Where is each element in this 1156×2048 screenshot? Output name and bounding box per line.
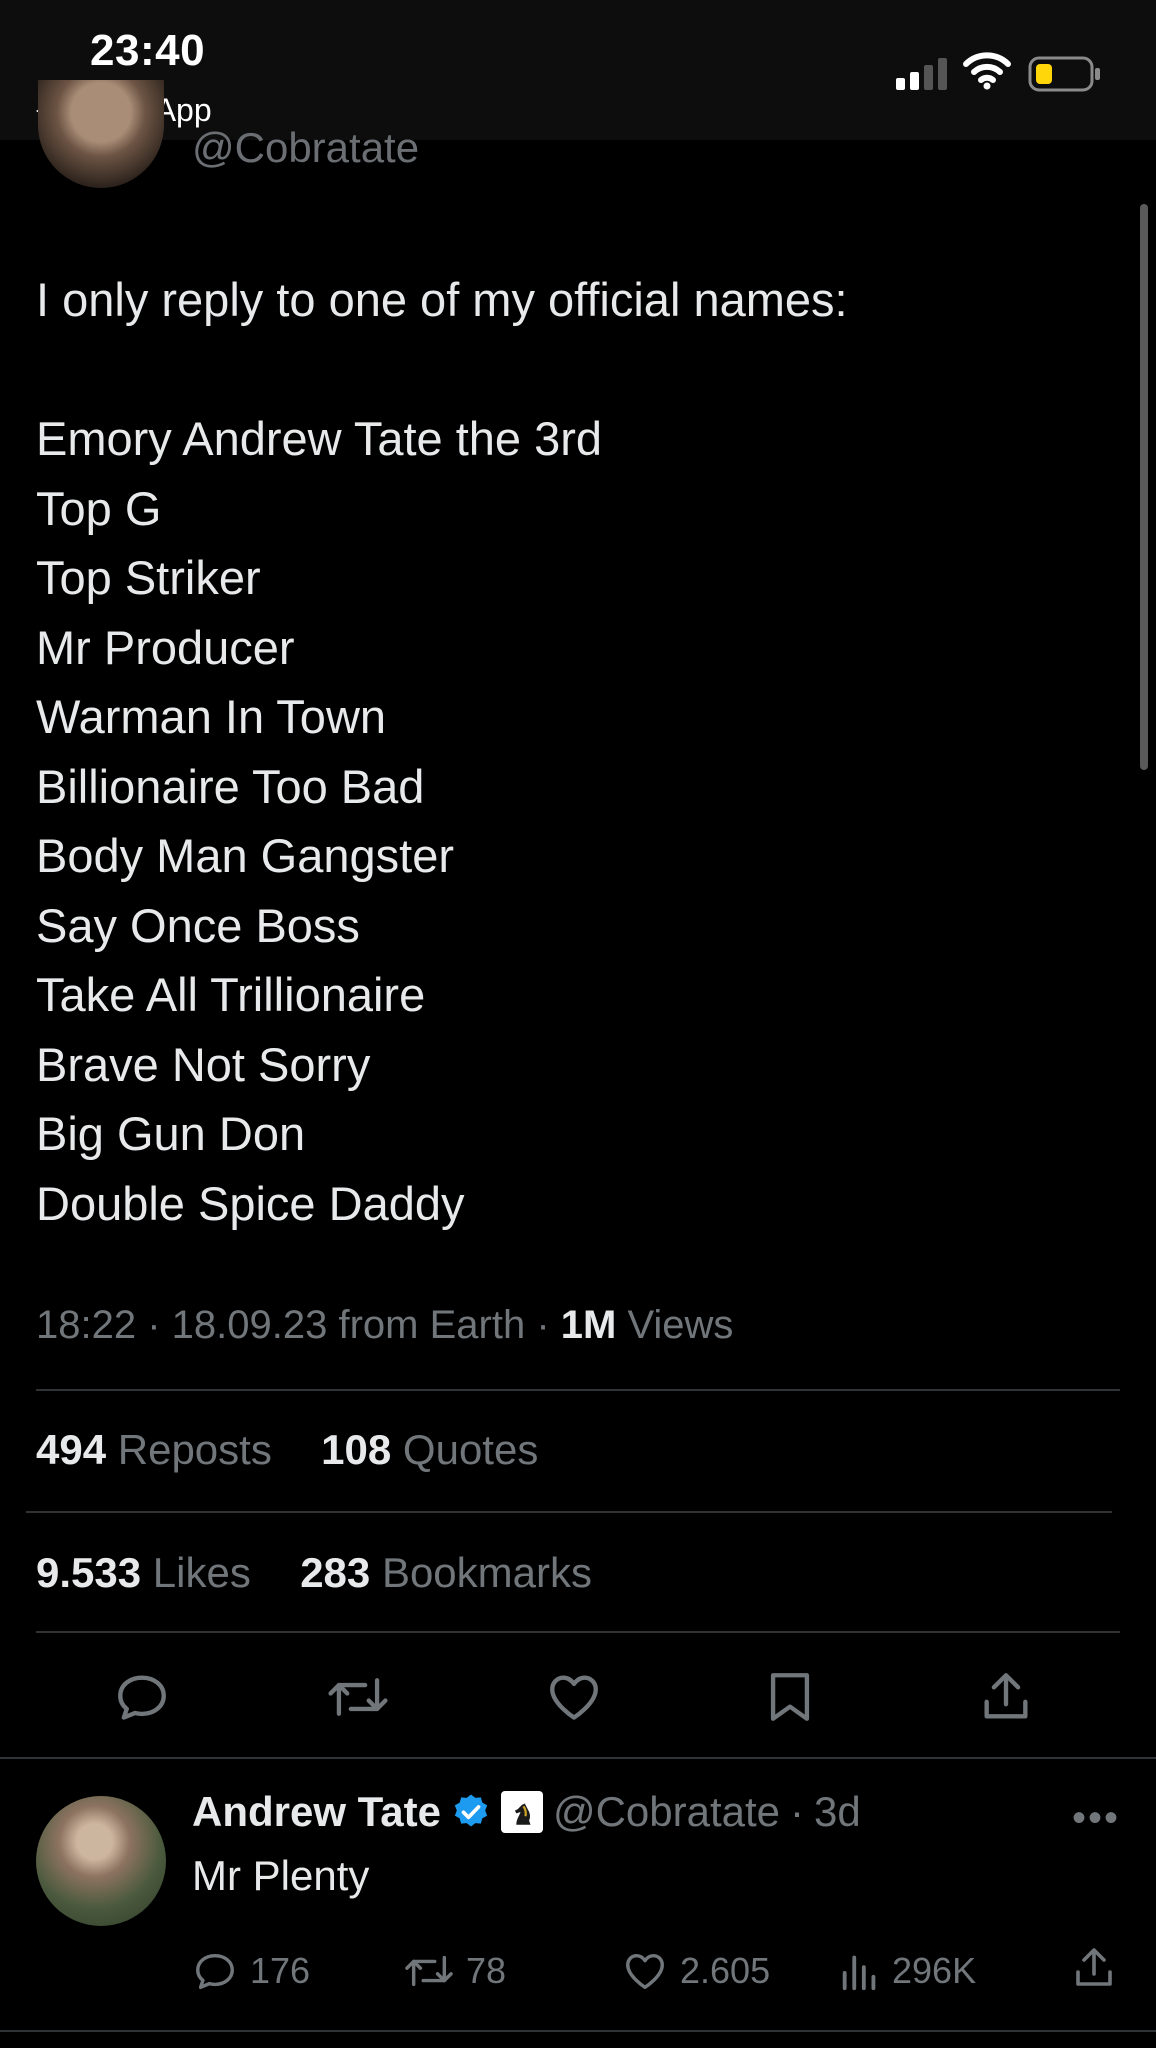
tweet-text: I only reply to one of my official names…	[36, 265, 1116, 1238]
views-count[interactable]: 1M	[561, 1303, 617, 1347]
like-button[interactable]	[542, 1665, 606, 1729]
reply-text: Mr Plenty	[192, 1852, 370, 1899]
battery-icon	[1028, 56, 1102, 97]
scrollbar[interactable]	[1140, 204, 1148, 770]
like-icon	[626, 1953, 664, 1990]
author-avatar[interactable]	[38, 80, 164, 188]
author-handle[interactable]: @Cobratate	[192, 124, 419, 172]
verified-badge-icon	[454, 1794, 488, 1827]
like-icon	[550, 1675, 598, 1720]
reply-icon	[118, 1675, 166, 1720]
name-item: Brave Not Sorry	[36, 1037, 371, 1091]
reply-button[interactable]	[110, 1665, 174, 1729]
bookmarks-label[interactable]: Bookmarks	[382, 1549, 592, 1596]
tweet-time: 18:22	[36, 1303, 137, 1347]
name-item: Take All Trillionaire	[36, 968, 426, 1021]
bookmark-icon	[770, 1673, 810, 1721]
reply-author-handle[interactable]: @Cobratate	[553, 1788, 780, 1836]
like-count: 2.605	[680, 1950, 771, 1991]
repost-button[interactable]	[326, 1665, 390, 1729]
reply-like-button[interactable]: 2.605	[622, 1948, 770, 1994]
quotes-count[interactable]: 108	[321, 1426, 391, 1473]
views-label[interactable]: Views	[627, 1303, 733, 1347]
quotes-label[interactable]: Quotes	[403, 1426, 538, 1473]
status-time: 23:40	[90, 26, 206, 75]
name-item: Top Striker	[36, 551, 261, 604]
name-item: Top G	[36, 481, 162, 535]
repost-count: 78	[466, 1950, 507, 1991]
signal-icon	[896, 56, 947, 90]
views-chart-icon	[842, 1955, 876, 1991]
reply-views-button[interactable]: 296K	[840, 1948, 976, 1994]
separator-dot: ·	[790, 1788, 805, 1835]
reply-icon	[196, 1953, 234, 1990]
divider	[0, 2030, 1156, 2032]
reposts-label[interactable]: Reposts	[118, 1426, 272, 1473]
name-item: Say Once Boss	[36, 898, 360, 952]
tweet-intro: I only reply to one of my official names…	[36, 273, 848, 326]
name-item: Double Spice Daddy	[36, 1176, 465, 1230]
divider	[26, 1511, 1112, 1513]
repost-icon	[405, 1955, 453, 1987]
reply-header: Andrew Tate @Cobratate · 3d	[192, 1788, 861, 1836]
reply-share-button[interactable]	[1070, 1944, 1118, 1997]
wifi-icon	[962, 50, 1012, 95]
name-item: Emory Andrew Tate the 3rd	[36, 412, 603, 465]
likes-count[interactable]: 9.533	[36, 1549, 141, 1596]
tweet-source: from Earth	[338, 1303, 526, 1347]
name-item: Warman In Town	[36, 690, 387, 743]
bookmark-button[interactable]	[758, 1665, 822, 1729]
reply-repost-button[interactable]: 78	[404, 1948, 506, 1994]
divider	[36, 1389, 1120, 1391]
views-count: 296K	[892, 1950, 977, 1991]
chess-knight-icon	[500, 1791, 543, 1833]
reply-count: 176	[250, 1950, 311, 1991]
more-options-icon[interactable]: •••	[1072, 1796, 1120, 1841]
name-item: Billionaire Too Bad	[36, 759, 425, 813]
name-item: Mr Producer	[36, 620, 295, 674]
share-icon	[984, 1673, 1028, 1719]
repost-icon	[328, 1678, 388, 1716]
likes-label[interactable]: Likes	[153, 1549, 251, 1596]
tweet-date: 18.09.23	[171, 1303, 328, 1347]
share-button[interactable]	[974, 1665, 1038, 1729]
name-item: Big Gun Don	[36, 1107, 306, 1160]
divider	[0, 1757, 1156, 1759]
reply-time-ago: 3d	[814, 1788, 861, 1835]
reposts-count[interactable]: 494	[36, 1426, 106, 1473]
share-icon	[1076, 1948, 1112, 1986]
bookmarks-count[interactable]: 283	[300, 1549, 370, 1596]
repost-quote-stats: 494 Reposts 108 Quotes	[36, 1426, 538, 1474]
reply-author-avatar[interactable]	[36, 1796, 166, 1926]
name-item: Body Man Gangster	[36, 829, 454, 882]
like-bookmark-stats: 9.533 Likes 283 Bookmarks	[36, 1549, 592, 1597]
reply-replies-button[interactable]: 176	[192, 1948, 310, 1994]
tweet-meta: 18:22 · 18.09.23 from Earth · 1M Views	[36, 1303, 734, 1347]
divider	[36, 1631, 1120, 1633]
reply-author-name[interactable]: Andrew Tate	[192, 1788, 441, 1836]
